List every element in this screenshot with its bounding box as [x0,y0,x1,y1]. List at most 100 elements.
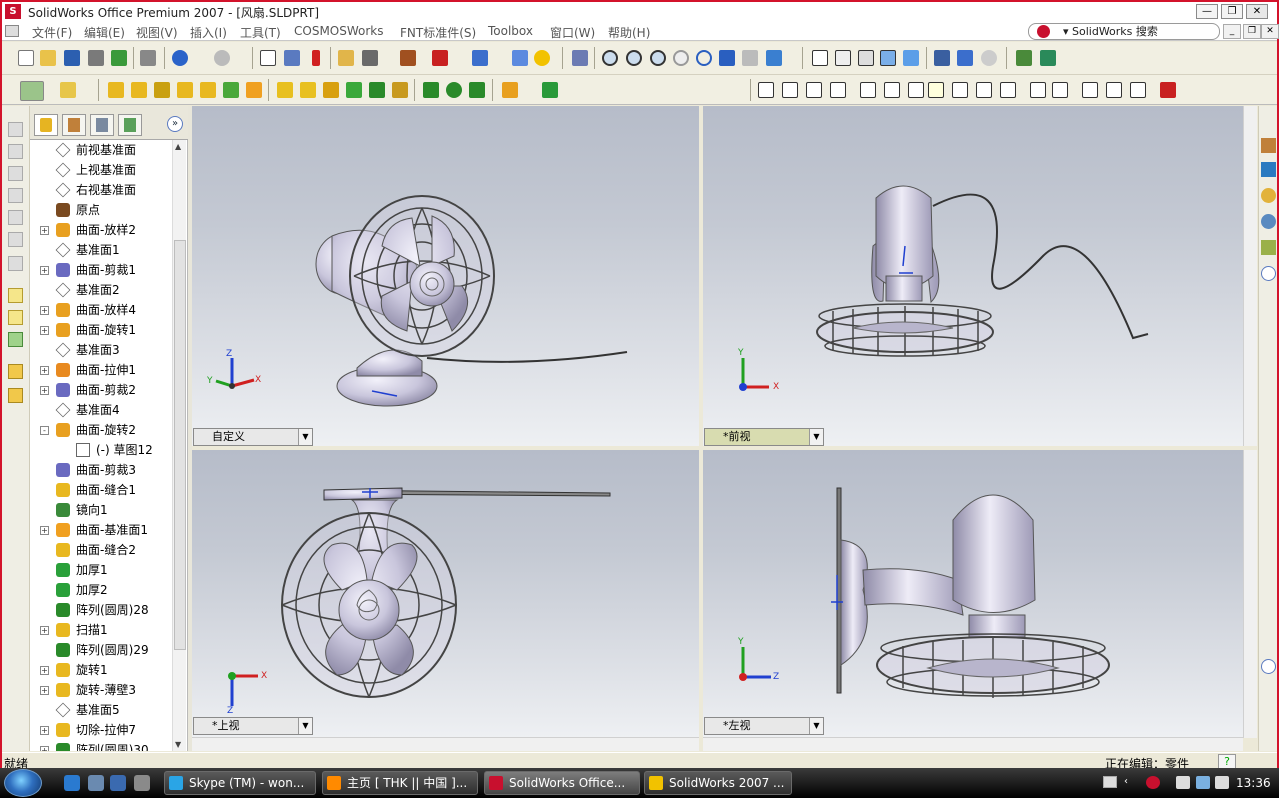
viewport-label-front[interactable]: *前视 ▼ [704,428,824,446]
mdi-restore-button[interactable]: ❐ [1243,24,1261,39]
status-help-button[interactable]: ? [1218,754,1236,769]
tree-item[interactable]: 镜向1 [30,500,172,520]
save-icon[interactable] [64,50,80,66]
property-manager-tab[interactable] [62,114,86,136]
tree-item[interactable]: + 曲面-剪裁2 [30,380,172,400]
realview-icon[interactable] [981,50,997,66]
tree-item[interactable]: 加厚1 [30,560,172,580]
snap-icon[interactable] [362,50,378,66]
tree-item[interactable]: 曲面-缝合1 [30,480,172,500]
expand-icon[interactable]: + [40,626,49,635]
properties-icon[interactable] [512,50,528,66]
options-icon[interactable] [338,50,354,66]
tree-item[interactable]: 上视基准面 [30,160,172,180]
gear-icon[interactable] [1052,82,1068,98]
tree-item[interactable]: + 阵列(圆周)30 [30,740,172,751]
search-icon[interactable] [1261,214,1276,229]
select-icon[interactable] [260,50,276,66]
taskbar-item[interactable]: 主页 [ THK || 中国 ]... [322,771,478,795]
layer-icon[interactable] [8,364,23,379]
key-icon[interactable] [928,82,944,98]
mdi-minimize-button[interactable]: _ [1223,24,1241,39]
washer-icon[interactable] [860,82,876,98]
feature-manager-tab[interactable] [34,114,58,136]
viewport-label-top[interactable]: *上视 ▼ [193,717,313,735]
expand-icon[interactable]: + [40,666,49,675]
file-explorer-icon[interactable] [1261,188,1276,203]
screw-icon[interactable] [806,82,822,98]
expand-icon[interactable]: + [40,326,49,335]
sketch-icon[interactable] [20,81,44,101]
rotate-icon[interactable] [696,50,712,66]
tree-item[interactable]: 前视基准面 [30,140,172,160]
chain-icon[interactable] [1106,82,1122,98]
collapse-icon[interactable]: - [40,426,49,435]
reference-geometry-icon[interactable] [502,82,518,98]
tools-icon[interactable] [1160,82,1176,98]
taskbar-item[interactable]: Skype (TM) - won... [164,771,316,795]
flex-icon[interactable] [369,82,385,98]
view-orientation-icon[interactable] [766,50,782,66]
roll-icon[interactable] [742,50,758,66]
taskbar-item[interactable]: SolidWorks Office... [484,771,640,795]
scroll-up-icon[interactable]: ▲ [175,142,181,151]
expand-icon[interactable]: + [40,226,49,235]
undo-icon[interactable] [172,50,188,66]
solidworks-logo-icon[interactable]: S [5,4,21,19]
beam-icon[interactable] [1130,82,1146,98]
chevron-down-icon[interactable]: ▼ [809,718,823,734]
expand-icon[interactable]: + [40,746,49,751]
dimxpert-tab[interactable] [118,114,142,136]
taskbar-item[interactable]: SolidWorks 2007 ... [644,771,792,795]
tree-item[interactable]: + 曲面-拉伸1 [30,360,172,380]
viewport-front[interactable]: Y X *前视 ▼ [703,106,1243,446]
tree-item[interactable]: + 曲面-放样4 [30,300,172,320]
view-box5-icon[interactable] [8,210,23,225]
tree-item[interactable]: 曲面-缝合2 [30,540,172,560]
start-button[interactable] [4,769,42,797]
dome-icon[interactable] [346,82,362,98]
tree-item[interactable]: + 扫描1 [30,620,172,640]
rivet-icon[interactable] [908,82,924,98]
chevron-down-icon[interactable]: ▼ [809,429,823,445]
shadows-icon[interactable] [934,50,950,66]
tree-item[interactable]: 基准面2 [30,280,172,300]
seal-icon[interactable] [1082,82,1098,98]
tree-item[interactable]: 基准面3 [30,340,172,360]
linear-pattern-icon[interactable] [423,82,439,98]
open-icon[interactable] [40,50,56,66]
extrude-boss-icon[interactable] [108,82,124,98]
zoom-area-icon[interactable] [626,50,642,66]
hidden-lines-removed-icon[interactable] [858,50,874,66]
curves-icon[interactable] [542,82,558,98]
redo-icon[interactable] [214,50,230,66]
tree-item[interactable]: + 旋转-薄壁3 [30,680,172,700]
tree-item[interactable]: + 曲面-基准面1 [30,520,172,540]
standard-parts-icon[interactable] [758,82,774,98]
ie-icon[interactable] [64,775,80,791]
tree-item[interactable]: + 曲面-旋转1 [30,320,172,340]
view-box-icon[interactable] [8,122,23,137]
tree-item[interactable]: 阵列(圆周)29 [30,640,172,660]
collapse-pane-icon[interactable] [1261,266,1276,281]
tree-item[interactable]: 阵列(圆周)28 [30,600,172,620]
smart-dimension-icon[interactable] [60,82,76,98]
tree-item[interactable]: 基准面4 [30,400,172,420]
rebuild-icon[interactable] [312,50,320,66]
mirror-feature-icon[interactable] [469,82,485,98]
scroll-down-icon[interactable]: ▼ [175,740,181,749]
viewport-label-custom[interactable]: 自定义 ▼ [193,428,313,446]
document-icon[interactable] [5,25,19,37]
viewport-custom[interactable]: Z X Y 自定义 ▼ [192,106,699,446]
quicklaunch-icon[interactable] [110,775,126,791]
shaded-edges-icon[interactable] [880,50,896,66]
instant3d-icon[interactable] [8,332,23,347]
section-view-icon[interactable] [957,50,973,66]
layer2-icon[interactable] [8,388,23,403]
expand-icon[interactable]: + [40,526,49,535]
new-icon[interactable] [18,50,34,66]
view-box4-icon[interactable] [8,188,23,203]
sweep-boss-icon[interactable] [154,82,170,98]
search-input[interactable]: ▾ SolidWorks 搜索 [1028,23,1220,40]
configuration-manager-tab[interactable] [90,114,114,136]
